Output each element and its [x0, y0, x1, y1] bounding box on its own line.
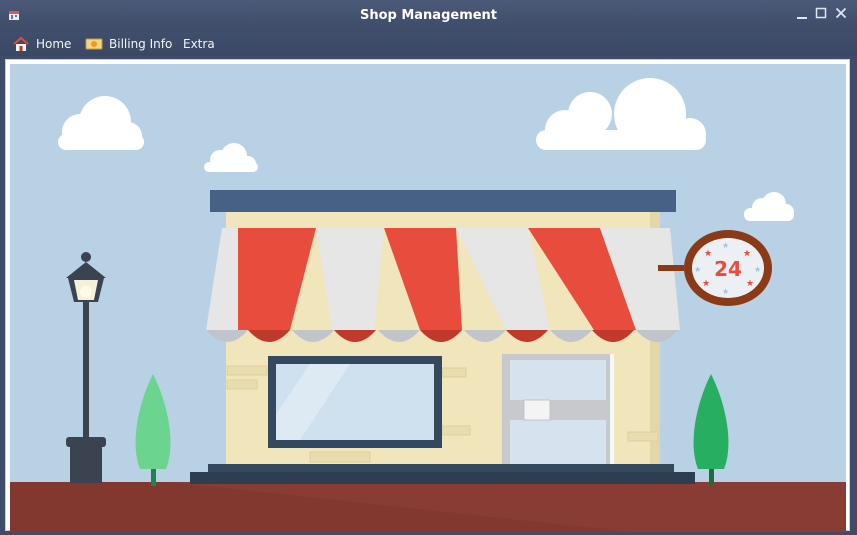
close-icon — [835, 7, 847, 19]
svg-text:★: ★ — [702, 279, 710, 289]
menu-home-label: Home — [36, 37, 72, 51]
svg-text:★: ★ — [746, 279, 754, 289]
close-button[interactable] — [833, 6, 849, 24]
maximize-icon — [815, 7, 827, 19]
menu-extra-label: Extra — [183, 37, 215, 51]
minimize-icon — [797, 17, 807, 19]
svg-text:★: ★ — [722, 241, 729, 250]
menu-billing-info[interactable]: Billing Info — [85, 35, 172, 53]
app-window: Shop Management Home Billing Info Extra … — [0, 0, 857, 535]
house-icon — [13, 36, 29, 51]
menu-extra[interactable]: Extra — [183, 35, 215, 53]
sign-text: 24 — [714, 257, 742, 281]
svg-text:★: ★ — [704, 249, 712, 259]
minimize-button[interactable] — [794, 6, 810, 24]
svg-text:★: ★ — [694, 265, 701, 274]
svg-text:★: ★ — [754, 265, 761, 274]
menu-bar: Home Billing Info Extra — [0, 32, 857, 56]
awning — [206, 228, 680, 342]
maximize-button[interactable] — [813, 6, 829, 24]
shop-illustration: ★ ★ ★ ★ ★★ ★ ★ 24 — [10, 64, 846, 532]
svg-text:★: ★ — [722, 287, 729, 296]
menu-home[interactable]: Home — [12, 35, 71, 53]
title-bar[interactable]: Shop Management — [0, 0, 857, 32]
window-title: Shop Management — [359, 8, 498, 23]
money-icon — [85, 38, 103, 50]
svg-text:★: ★ — [743, 249, 751, 259]
menu-billing-info-label: Billing Info — [109, 37, 173, 51]
